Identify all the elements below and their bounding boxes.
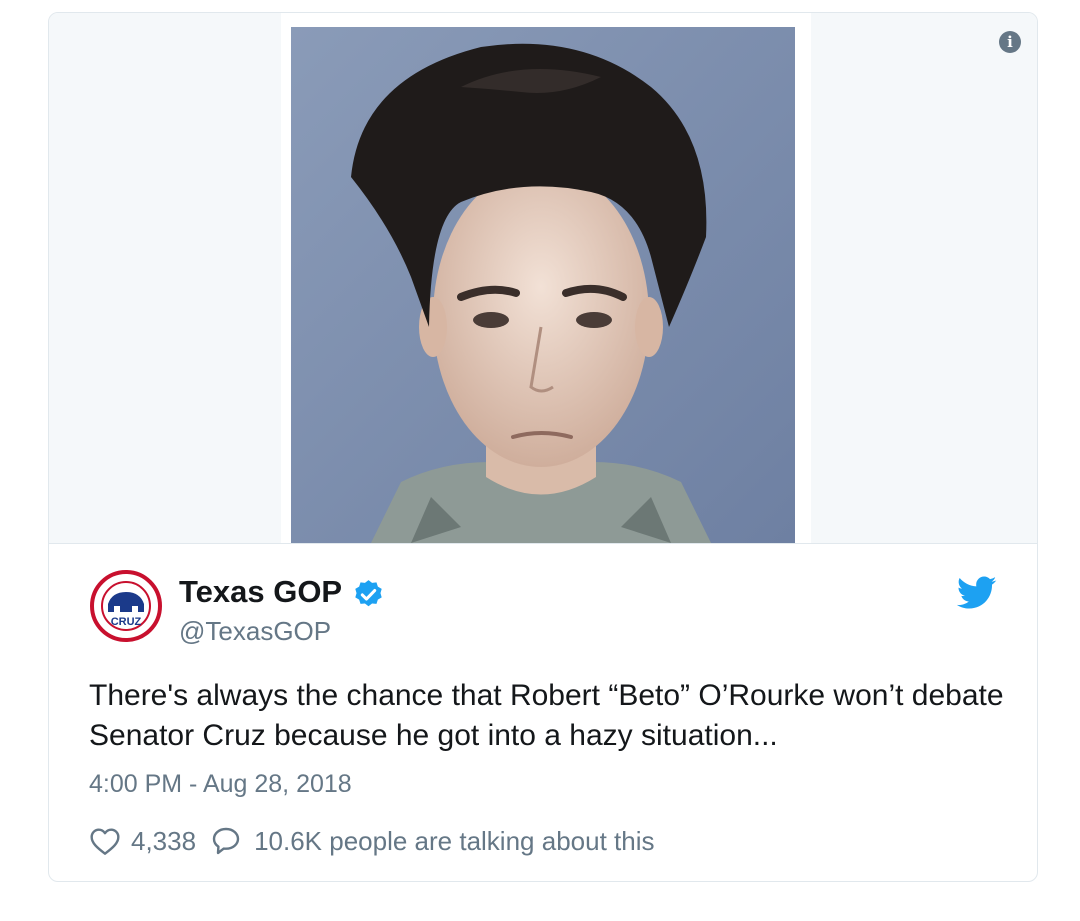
tweet-actions: 4,338 10.6K people are talking about thi…: [89, 821, 654, 861]
author-display-name[interactable]: Texas GOP: [179, 574, 342, 610]
tweet-text: There's always the chance that Robert “B…: [89, 679, 1004, 752]
speech-bubble-icon[interactable]: [210, 825, 242, 857]
info-icon[interactable]: i: [999, 31, 1021, 53]
verified-badge-icon: [355, 580, 382, 607]
photo-frame: [281, 13, 811, 543]
tweet-timestamp[interactable]: 4:00 PM - Aug 28, 2018: [89, 770, 352, 799]
heart-icon[interactable]: [89, 826, 121, 856]
author-handle[interactable]: @TexasGOP: [179, 616, 331, 647]
tweet-card[interactable]: i CRUZ Texas GOP @TexasGOP There's alway…: [48, 12, 1038, 882]
avatar[interactable]: CRUZ: [90, 570, 162, 642]
like-count: 4,338: [131, 825, 197, 856]
conversation-link[interactable]: 10.6K people are talking about this: [254, 826, 654, 857]
svg-text:CRUZ: CRUZ: [111, 616, 142, 628]
mugshot-photo[interactable]: [291, 27, 795, 543]
tweet-media[interactable]: i: [49, 13, 1037, 544]
twitter-bird-icon[interactable]: [957, 576, 997, 610]
